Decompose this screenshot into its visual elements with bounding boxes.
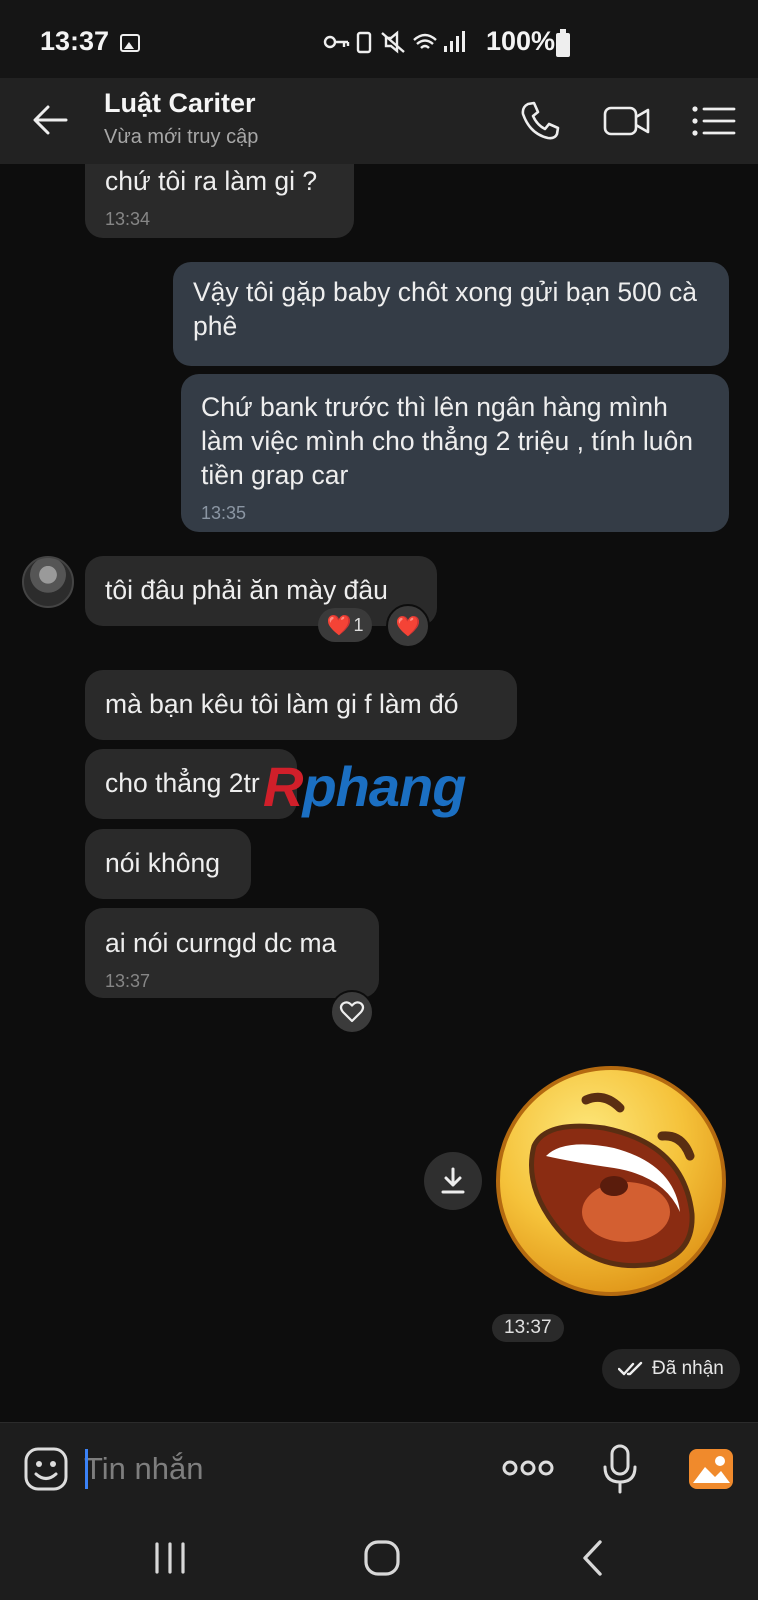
message-time: 13:35: [201, 503, 247, 523]
gallery-icon: [120, 34, 140, 52]
menu-list-icon[interactable]: [690, 96, 740, 146]
watermark-logo: Rphang: [263, 755, 466, 818]
message-bubble-incoming[interactable]: tôi đâu phải ăn mày đâu: [85, 556, 437, 626]
message-composer: [0, 1422, 758, 1514]
home-icon[interactable]: [360, 1536, 404, 1580]
sticker-time: 13:37: [492, 1314, 564, 1342]
back-arrow-icon[interactable]: [30, 100, 70, 140]
more-options-icon[interactable]: [502, 1453, 554, 1483]
battery-saver-icon: [356, 31, 372, 54]
gallery-image-icon[interactable]: [688, 1447, 734, 1491]
back-nav-icon[interactable]: [572, 1536, 616, 1580]
status-time: 13:37: [40, 26, 110, 56]
status-icons: [322, 28, 472, 62]
message-bubble-outgoing[interactable]: Chứ bank trước thì lên ngân hàng mình là…: [181, 374, 729, 532]
message-text: Chứ bank trước thì lên ngân hàng mình là…: [201, 392, 693, 490]
download-button[interactable]: [424, 1152, 482, 1210]
text-caret: [85, 1449, 88, 1489]
message-text: tôi đâu phải ăn mày đâu: [105, 575, 388, 605]
message-text: ai nói curngd dc ma: [105, 928, 337, 958]
signal-icon: [444, 31, 465, 52]
heart-reaction-icon: ❤️: [326, 614, 352, 637]
message-text: chứ tôi ra làm gi ?: [105, 166, 318, 196]
reaction-count: 1: [353, 614, 364, 635]
message-time: 13:37: [105, 971, 151, 991]
phone-call-icon[interactable]: [515, 96, 565, 146]
chat-header: Luật Cariter Vừa mới truy cập: [0, 78, 758, 164]
microphone-icon[interactable]: [600, 1443, 640, 1495]
laughing-face-sticker[interactable]: [494, 1064, 728, 1298]
contact-avatar[interactable]: [22, 556, 74, 608]
contact-status: Vừa mới truy cập: [104, 126, 259, 148]
heart-outline-icon: [339, 1001, 365, 1023]
delivery-status: Đã nhận: [602, 1349, 740, 1389]
video-call-icon[interactable]: [602, 96, 652, 146]
message-input[interactable]: [84, 1445, 474, 1493]
download-icon: [441, 1167, 465, 1194]
message-bubble-incoming[interactable]: chứ tôi ra làm gi ? 13:34: [85, 164, 354, 238]
message-text: mà bạn kêu tôi làm gi f làm đó: [105, 689, 459, 719]
recent-apps-icon[interactable]: [148, 1536, 192, 1580]
battery-level: 100%: [486, 26, 556, 56]
message-bubble-incoming[interactable]: nói không: [85, 829, 251, 899]
chat-messages-area[interactable]: chứ tôi ra làm gi ? 13:34 Vậy tôi gặp ba…: [0, 164, 758, 1422]
my-reaction-button[interactable]: ❤️: [386, 604, 430, 648]
contact-name[interactable]: Luật Cariter: [104, 88, 256, 119]
heart-icon: ❤️: [395, 615, 421, 638]
message-time: 13:34: [105, 209, 151, 229]
reaction-count-badge[interactable]: ❤️ 1: [318, 608, 372, 642]
message-text: cho thẳng 2tr: [105, 768, 260, 798]
emoji-sticker-icon[interactable]: [24, 1447, 68, 1491]
message-text: Vậy tôi gặp baby chôt xong gửi bạn 500 c…: [193, 277, 697, 341]
system-navigation-bar: [0, 1514, 758, 1600]
status-indicator-icons: [323, 30, 465, 54]
delivery-status-text: Đã nhận: [652, 1358, 724, 1379]
key-icon: [323, 35, 337, 49]
message-text: nói không: [105, 848, 220, 878]
status-bar: 13:37 100%: [0, 0, 758, 78]
like-reaction-button[interactable]: [330, 990, 374, 1034]
wifi-icon: [413, 33, 437, 49]
message-bubble-incoming[interactable]: mà bạn kêu tôi làm gi f làm đó: [85, 670, 517, 740]
message-bubble-outgoing[interactable]: Vậy tôi gặp baby chôt xong gửi bạn 500 c…: [173, 262, 729, 366]
double-check-icon: [618, 1361, 643, 1376]
message-bubble-incoming[interactable]: ai nói curngd dc ma 13:37: [85, 908, 379, 998]
battery-icon: [556, 29, 570, 57]
